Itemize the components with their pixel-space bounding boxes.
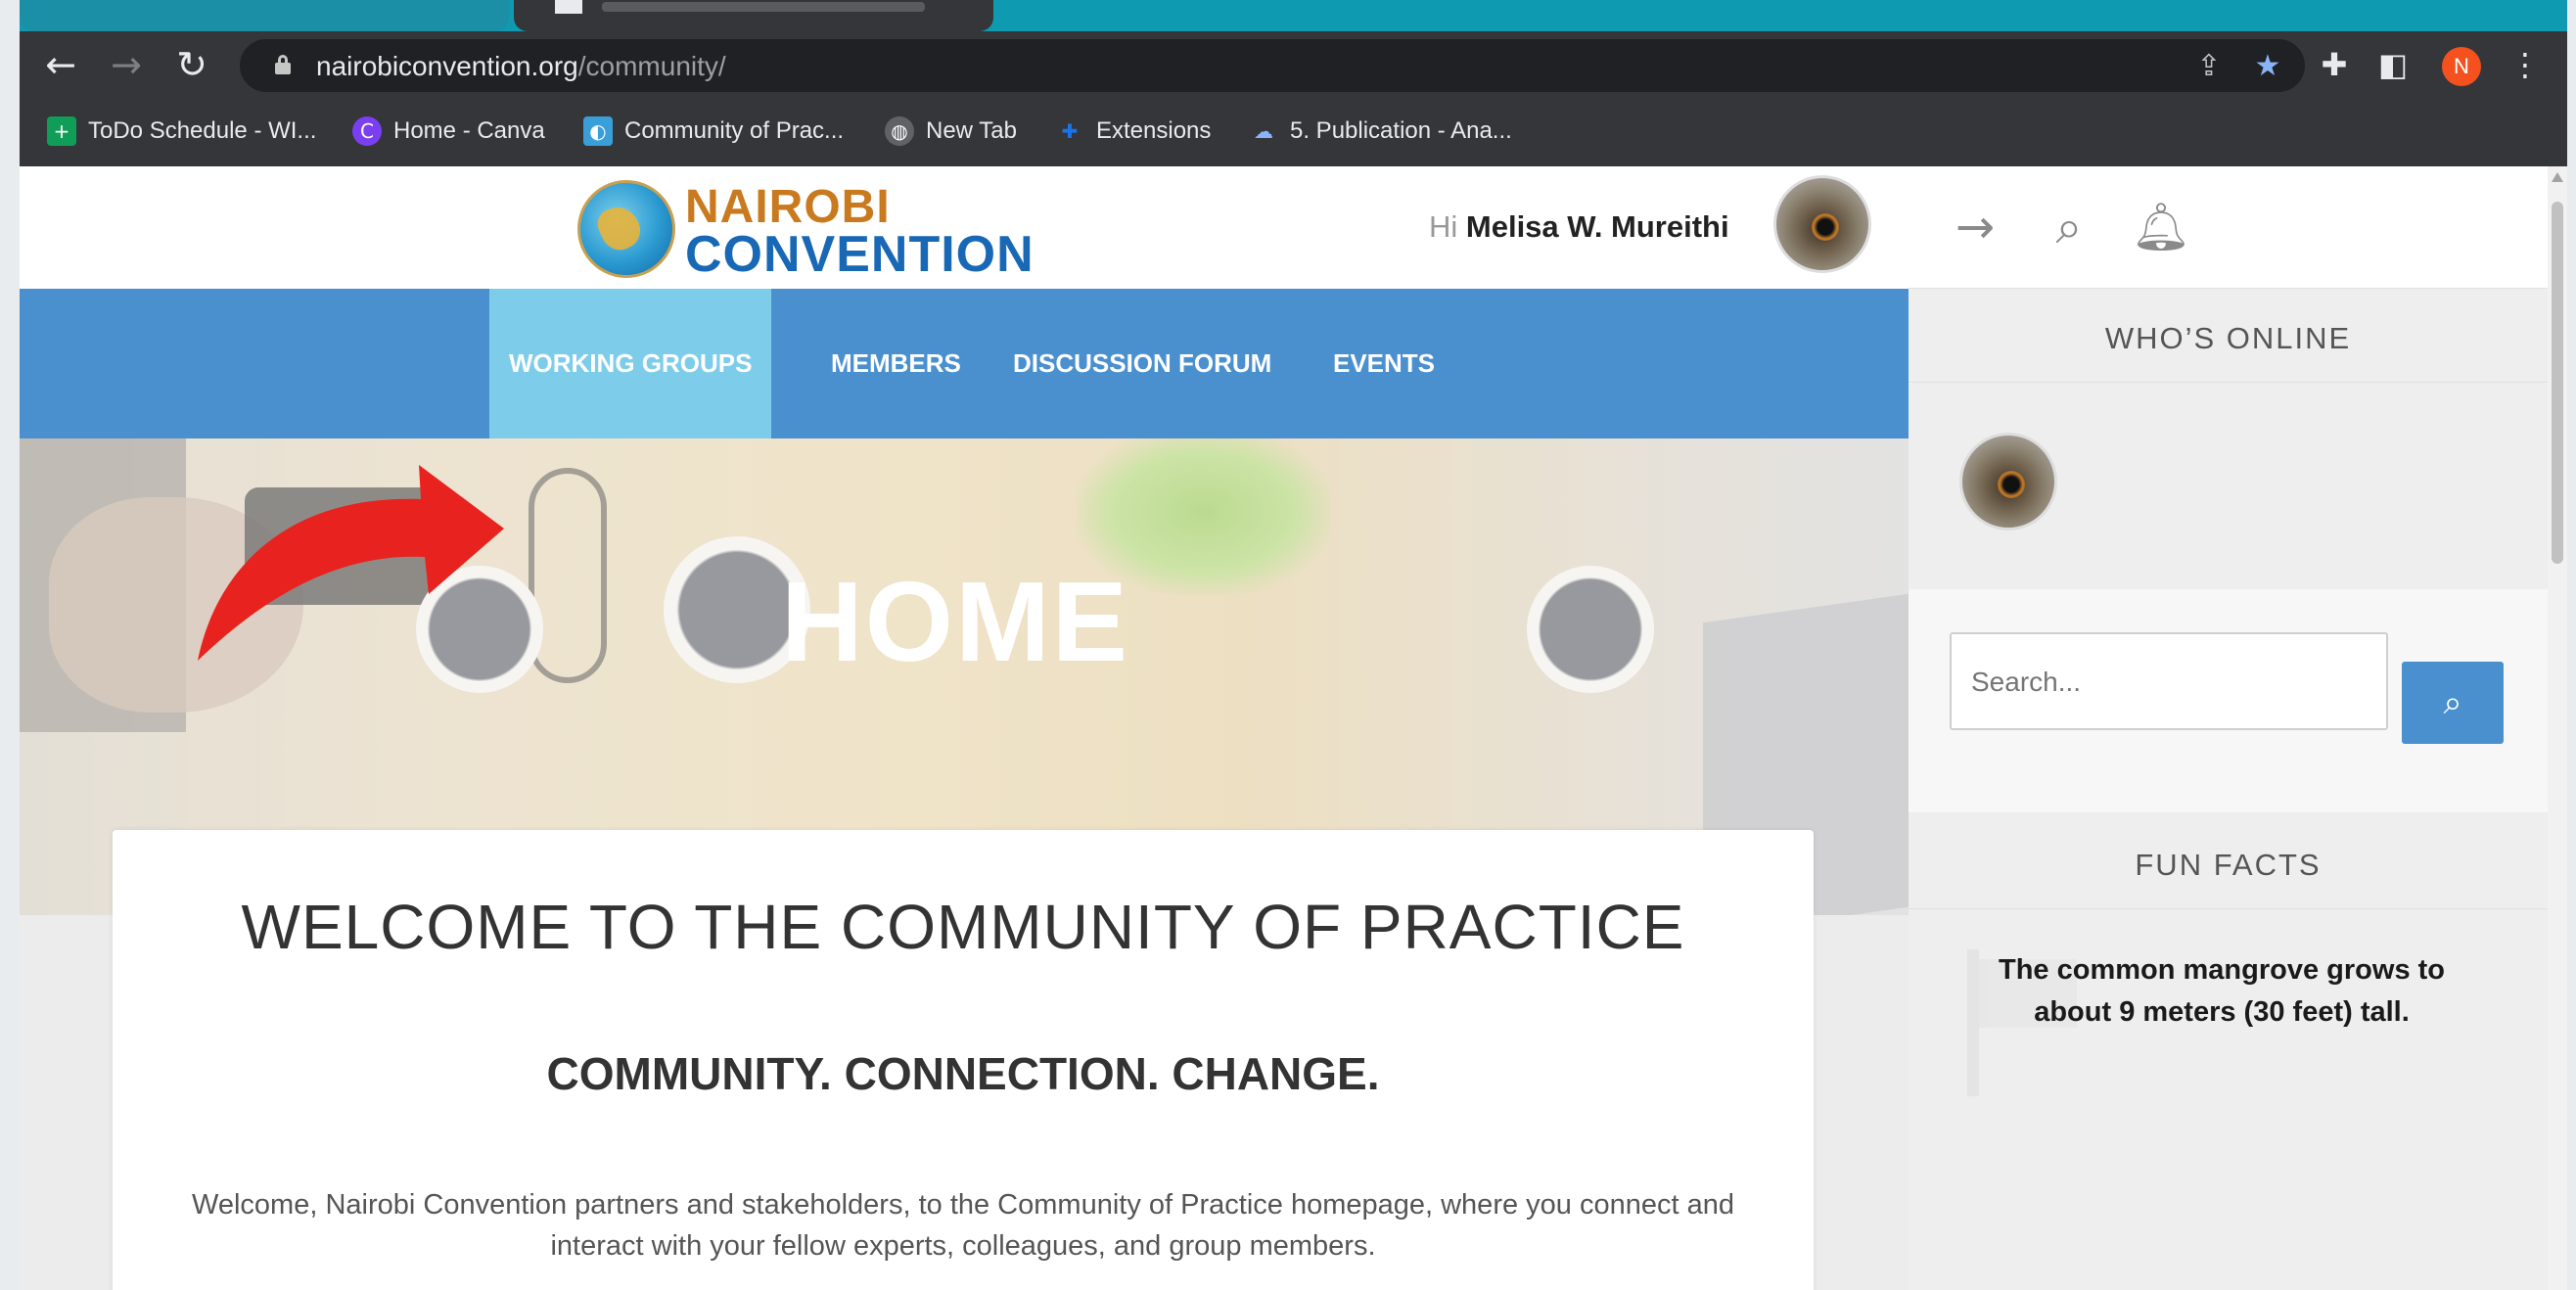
page-scrollbar[interactable]	[2548, 166, 2567, 1290]
sidebar-search-field[interactable]	[1950, 632, 2388, 730]
logo-text-convention[interactable]: CONVENTION	[685, 225, 1035, 284]
search-icon[interactable]: ⌕	[2038, 196, 2100, 258]
bookmark-label: Home - Canva	[393, 117, 545, 144]
right-sidebar: → ⌕ 🔔︎ WHO’S ONLINE ⌕ FUN FACTS The comm…	[1909, 166, 2548, 1290]
lock-icon[interactable]	[275, 55, 291, 74]
nairobi-convention-favicon: ◐	[583, 116, 613, 146]
bookmark-label: 5. Publication - Ana...	[1290, 117, 1512, 144]
notification-bell-icon[interactable]: 🔔︎	[2130, 196, 2192, 258]
tab-title	[602, 2, 925, 12]
bookmark-label: New Tab	[926, 117, 1017, 144]
bookmark-community-of-practice[interactable]: ◐ Community of Prac...	[583, 113, 844, 150]
bookmark-star-icon[interactable]: ★	[2248, 47, 2287, 86]
forward-arrow-icon[interactable]: →	[103, 41, 150, 88]
browser-toolbar: ← → ↻ nairobiconvention.org/community/ ⇪…	[20, 31, 2567, 98]
user-name: Melisa W. Mureithi	[1465, 209, 1729, 244]
site-header: NAIROBI CONVENTION Hi Melisa W. Mureithi	[20, 166, 1909, 289]
bookmarks-bar: + ToDo Schedule - WI... C Home - Canva ◐ Co…	[20, 98, 2567, 166]
bookmark-todo-schedule[interactable]: + ToDo Schedule - WI...	[47, 113, 316, 150]
nav-working-groups[interactable]: WORKING GROUPS	[489, 289, 772, 438]
tab-strip	[20, 0, 2567, 31]
nav-discussion-forum[interactable]: DISCUSSION FORUM	[993, 289, 1291, 438]
arrow-right-icon[interactable]: →	[1944, 196, 2006, 258]
bookmark-label: Extensions	[1096, 117, 1212, 144]
puzzle-icon: ✚	[1061, 119, 1079, 143]
url-path: /community/	[577, 51, 726, 81]
fun-fact-text: The common mangrove grows to about 9 met…	[1999, 954, 2445, 1028]
url-domain: nairobiconvention.org	[316, 51, 578, 81]
bookmark-new-tab[interactable]: ◍ New Tab	[885, 113, 1017, 150]
bookmark-label: ToDo Schedule - WI...	[88, 117, 317, 144]
menu-kebab-icon[interactable]: ⋮	[2506, 45, 2545, 84]
reload-icon[interactable]: ↻	[168, 41, 215, 88]
tab-favicon	[555, 0, 582, 14]
bookmark-publication[interactable]: ☁ 5. Publication - Ana...	[1249, 113, 1512, 150]
divider	[1909, 908, 2548, 909]
browser-tab-inactive[interactable]	[20, 0, 509, 31]
nairobi-convention-logo-icon[interactable]	[577, 180, 675, 278]
nav-events[interactable]: EVENTS	[1313, 289, 1454, 438]
main-navigation: WORKING GROUPS MEMBERS DISCUSSION FORUM …	[20, 289, 1909, 438]
nav-members[interactable]: MEMBERS	[811, 289, 981, 438]
cloud-icon: ☁	[1254, 119, 1273, 143]
url-text[interactable]: nairobiconvention.org/community/	[316, 51, 726, 82]
browser-tab-active[interactable]	[514, 0, 993, 31]
online-user-avatar[interactable]	[1959, 433, 2057, 530]
search-input[interactable]	[1971, 660, 2363, 705]
address-bar[interactable]: nairobiconvention.org/community/ ⇪ ★	[240, 39, 2305, 92]
user-greeting[interactable]: Hi Melisa W. Mureithi	[1429, 209, 1729, 245]
side-panel-icon[interactable]: ◧	[2373, 45, 2413, 84]
back-arrow-icon[interactable]: ←	[37, 41, 84, 88]
google-sheets-icon: +	[47, 116, 76, 146]
bookmark-extensions[interactable]: ✚ Extensions	[1055, 113, 1212, 150]
share-icon[interactable]: ⇪	[2189, 47, 2229, 86]
intro-text: Welcome, Nairobi Convention partners and…	[192, 1189, 1734, 1262]
sidebar-toolbar: → ⌕ 🔔︎	[1909, 166, 2548, 289]
scroll-thumb[interactable]	[2552, 202, 2563, 564]
divider	[1909, 382, 2548, 383]
globe-icon: ◍	[885, 116, 914, 146]
page-viewport: NAIROBI CONVENTION Hi Melisa W. Mureithi…	[20, 166, 2567, 1290]
bookmark-label: Community of Prac...	[624, 117, 845, 144]
search-submit-button[interactable]: ⌕	[2402, 662, 2504, 744]
tagline: COMMUNITY. CONNECTION. CHANGE.	[546, 1048, 1380, 1099]
welcome-heading: WELCOME TO THE COMMUNITY OF PRACTICE	[241, 892, 1685, 962]
welcome-card: WELCOME TO THE COMMUNITY OF PRACTICE COM…	[113, 830, 1814, 1290]
greeting-prefix: Hi	[1429, 209, 1466, 244]
extensions-puzzle-icon[interactable]: ✚	[2315, 45, 2354, 84]
fun-facts-title: FUN FACTS	[2135, 848, 2322, 882]
bookmark-canva[interactable]: C Home - Canva	[352, 113, 545, 150]
hero-title: HOME	[781, 558, 1129, 685]
browser-window: ← → ↻ nairobiconvention.org/community/ ⇪…	[20, 0, 2567, 1290]
profile-avatar[interactable]: N	[2442, 47, 2481, 86]
user-avatar[interactable]	[1773, 175, 1871, 273]
scroll-up-arrow-icon[interactable]	[2552, 172, 2563, 182]
whos-online-title: WHO’S ONLINE	[2104, 321, 2352, 355]
annotation-arrow-icon	[198, 465, 504, 661]
search-icon: ⌕	[2443, 683, 2462, 722]
canva-icon: C	[352, 116, 382, 146]
